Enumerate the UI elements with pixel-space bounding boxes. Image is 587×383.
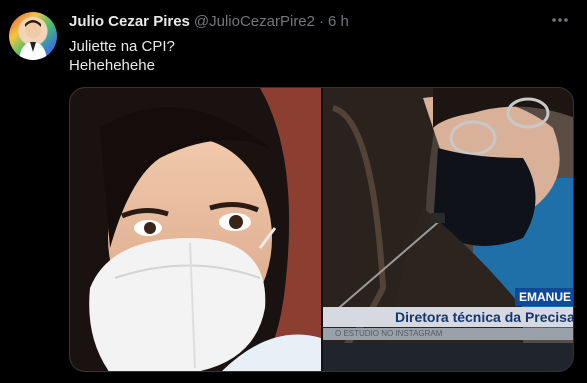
avatar-illustration	[19, 20, 47, 60]
media-grid[interactable]: EMANUE Diretora técnica da Precisa O EST…	[69, 87, 574, 372]
chyron-title: Diretora técnica da Precisa	[323, 307, 573, 327]
tweet-header: Julio Cezar Pires @JulioCezarPire2 · 6 h	[69, 13, 547, 33]
chyron-name: EMANUE	[514, 288, 573, 306]
separator-dot: ·	[319, 13, 324, 30]
tweet[interactable]: Julio Cezar Pires @JulioCezarPire2 · 6 h…	[0, 0, 587, 383]
user-handle[interactable]: @JulioCezarPire2	[194, 13, 315, 30]
tweet-text-line: Juliette na CPI?	[69, 38, 175, 55]
tweet-text-line: Hehehehehe	[69, 57, 155, 74]
timestamp[interactable]: 6 h	[328, 13, 349, 30]
woman-with-mask-photo	[70, 88, 321, 371]
more-button[interactable]	[548, 10, 572, 30]
display-name[interactable]: Julio Cezar Pires	[69, 13, 190, 30]
news-chyron: EMANUE Diretora técnica da Precisa O EST…	[323, 288, 573, 340]
more-horizontal-icon	[552, 18, 568, 22]
media-image-left[interactable]	[70, 88, 321, 371]
tweet-text: Juliette na CPI? Hehehehehe	[69, 37, 549, 75]
media-image-right[interactable]: EMANUE Diretora técnica da Precisa O EST…	[323, 88, 573, 371]
chyron-ticker: O ESTUDIO NO INSTAGRAM	[323, 328, 573, 340]
avatar[interactable]	[9, 12, 57, 60]
